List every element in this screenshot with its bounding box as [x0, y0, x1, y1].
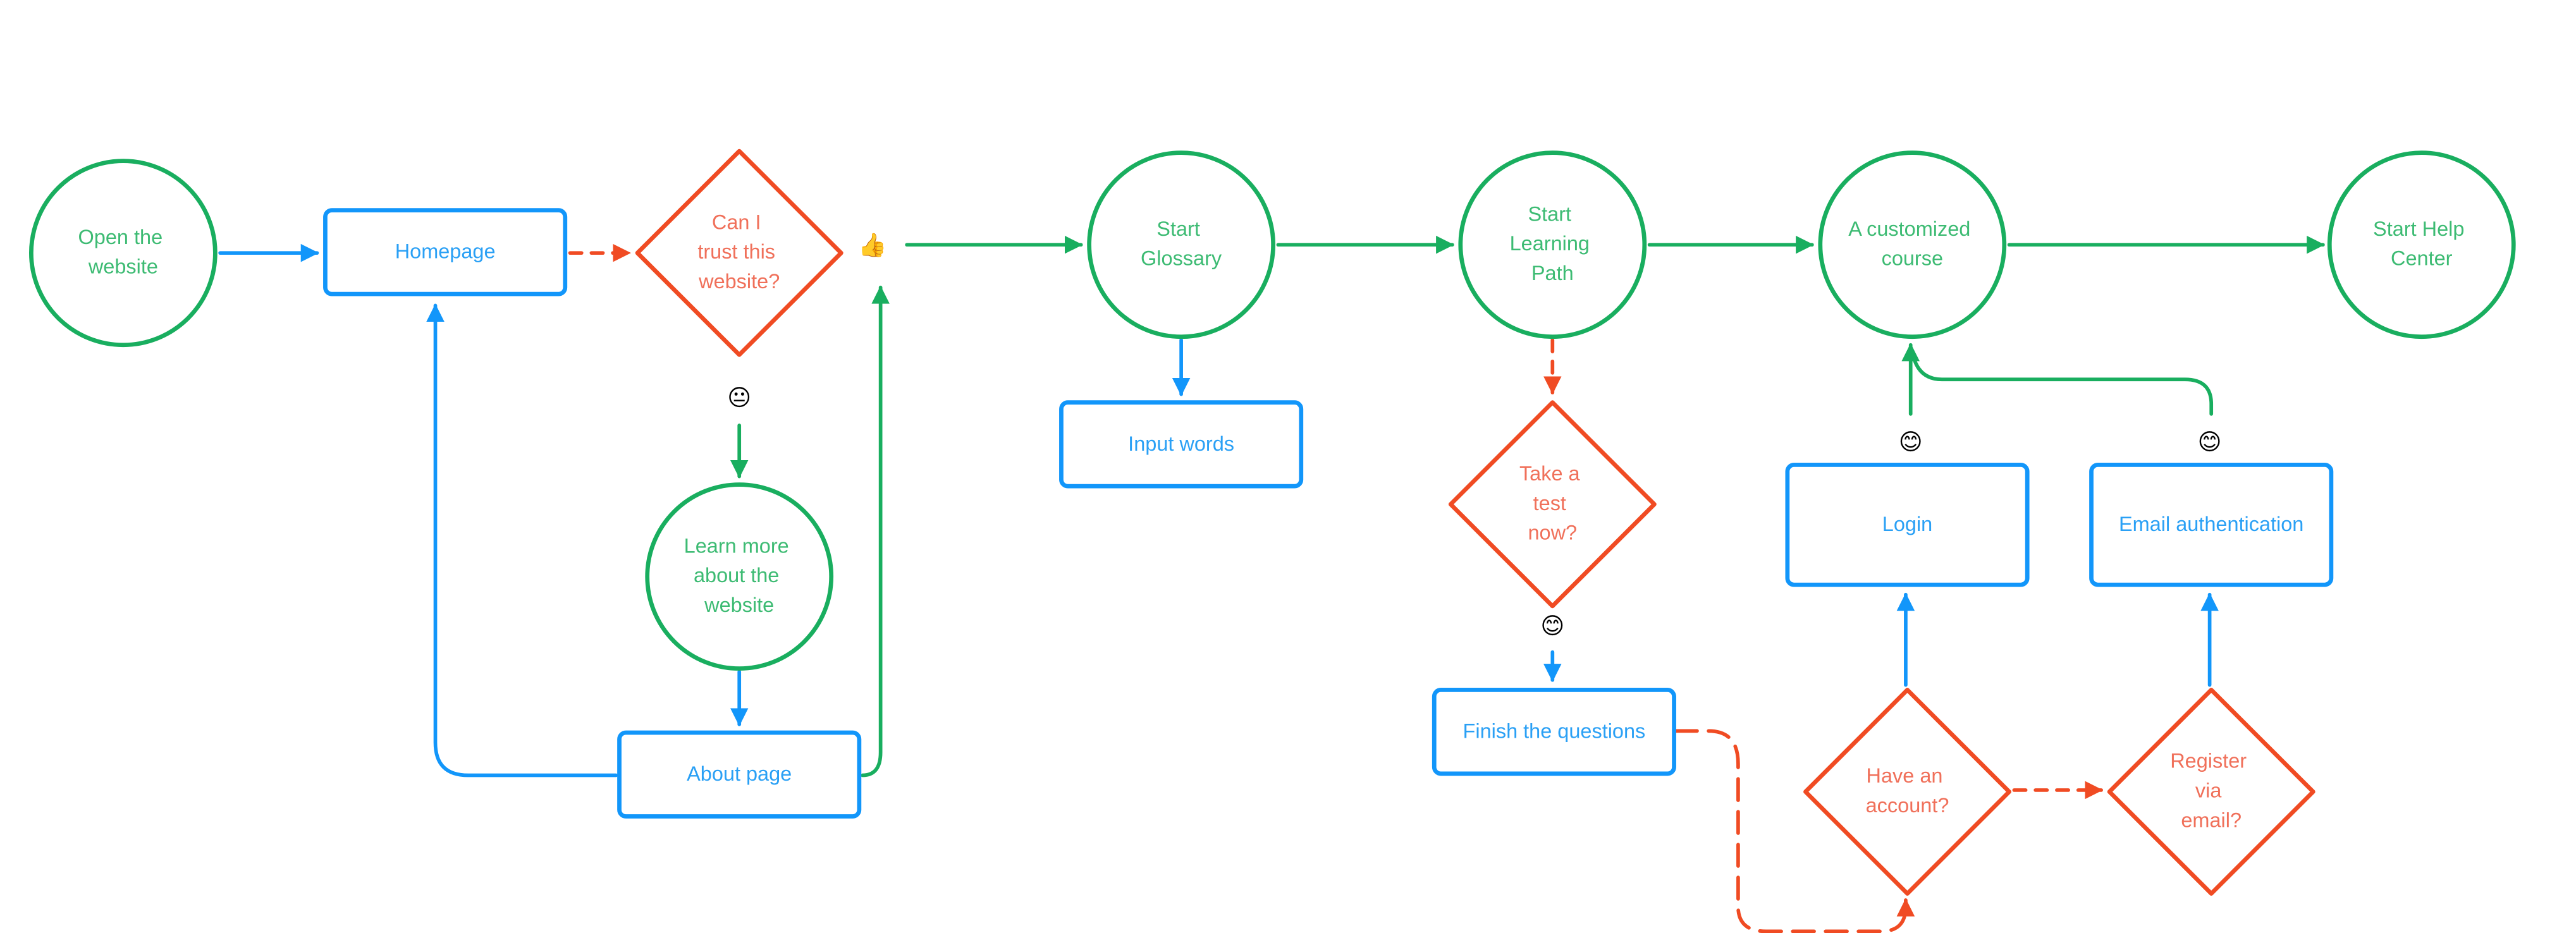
node-label: Email authentication: [2119, 513, 2303, 535]
smile-face-icon: 😊: [1899, 429, 1923, 456]
node-open-website[interactable]: Open the website: [28, 159, 218, 348]
node-start-glossary[interactable]: Start Glossary: [1087, 150, 1275, 339]
smile-face-icon: 😊: [1540, 613, 1564, 640]
node-label: Finish the questions: [1463, 720, 1646, 743]
smile-face-icon: 😊: [2198, 429, 2222, 456]
edges: [218, 235, 2325, 933]
node-email-auth[interactable]: Email authentication: [2089, 463, 2334, 587]
node-learn-more[interactable]: Learn more about the website: [645, 482, 834, 671]
node-finish-questions[interactable]: Finish the questions: [1432, 688, 1676, 776]
edge-email-to-course[interactable]: [1910, 350, 2214, 416]
node-label: Homepage: [395, 240, 496, 263]
node-trust-decision[interactable]: Can I trust this website?: [635, 149, 843, 357]
node-start-learning-path[interactable]: Start Learning Path: [1458, 150, 1647, 339]
node-register-email[interactable]: Register via email?: [2107, 688, 2315, 896]
neutral-face-icon: 😐: [727, 384, 751, 411]
node-homepage[interactable]: Homepage: [323, 208, 568, 296]
node-label: Login: [1882, 513, 1932, 535]
node-customized-course[interactable]: A customized course: [1818, 150, 2007, 339]
flowchart-canvas: Open the website Learn more about the we…: [28, 149, 2516, 933]
node-label: About page: [687, 762, 792, 785]
node-about-page[interactable]: About page: [617, 730, 862, 819]
edge-about-to-trust-yes[interactable]: [861, 285, 890, 778]
node-input-words[interactable]: Input words: [1059, 400, 1304, 489]
node-start-help-center[interactable]: Start Help Center: [2327, 150, 2516, 339]
thumbs-up-icon: 👍: [858, 231, 886, 259]
node-login[interactable]: Login: [1785, 463, 2030, 587]
edge-about-to-homepage[interactable]: [426, 303, 618, 778]
node-label: Input words: [1128, 432, 1234, 455]
nodes: Open the website Learn more about the we…: [28, 149, 2516, 896]
node-take-test[interactable]: Take a test now?: [1448, 400, 1657, 609]
node-have-account[interactable]: Have an account?: [1803, 688, 2011, 896]
